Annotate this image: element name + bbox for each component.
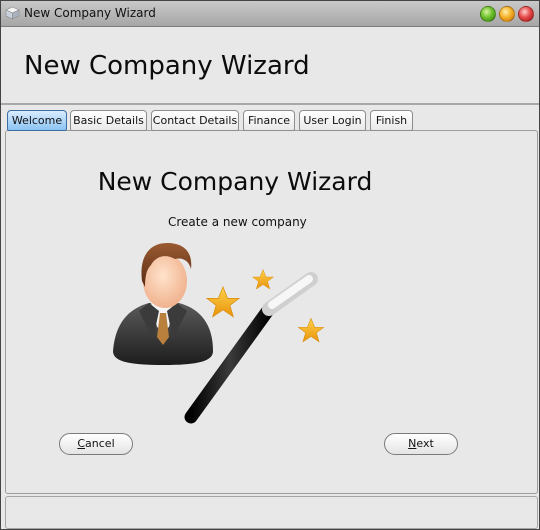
tab-user-login[interactable]: User Login [299,110,366,131]
wizard-window: New Company Wizard New Company Wizard We… [0,0,540,530]
app-cube-icon [5,6,20,20]
cancel-label: ancel [85,437,115,450]
window-title: New Company Wizard [24,6,156,20]
status-bar [5,496,538,529]
welcome-subtitle: Create a new company [168,215,307,229]
welcome-title-wrap: New Company Wizard [1,167,540,196]
header-title: New Company Wizard [24,51,310,81]
wizard-illustration [113,243,325,424]
cancel-button[interactable]: Cancel [59,433,133,455]
title-bar[interactable]: New Company Wizard [1,1,539,27]
next-label: ext [416,437,434,450]
tab-welcome[interactable]: Welcome [7,110,67,131]
tab-finish[interactable]: Finish [370,110,413,131]
wizard-header: New Company Wizard [1,27,539,105]
tab-basic-details[interactable]: Basic Details [70,110,147,131]
tab-finance[interactable]: Finance [243,110,295,131]
maximize-button[interactable] [499,6,515,22]
minimize-button[interactable] [480,6,496,22]
tab-contact-details[interactable]: Contact Details [151,110,239,131]
next-button[interactable]: Next [384,433,458,455]
cancel-mnemonic: C [77,437,86,450]
close-button[interactable] [518,6,534,22]
businessman-icon [113,243,213,365]
welcome-title: New Company Wizard [97,167,373,196]
